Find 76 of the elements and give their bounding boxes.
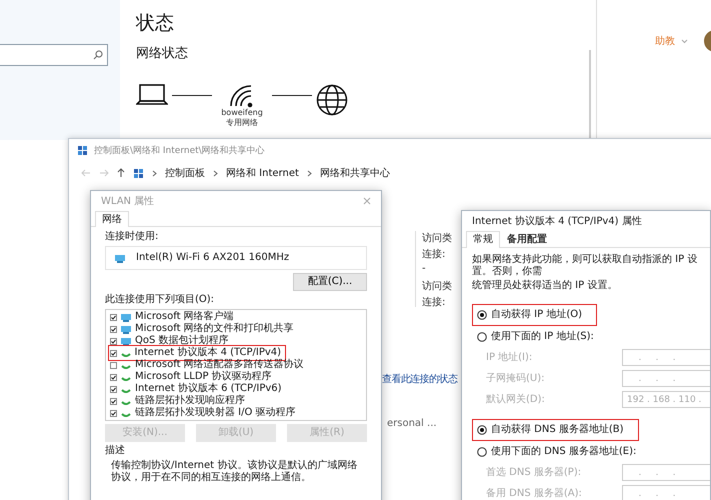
globe-icon: [316, 84, 348, 116]
item-label: Internet 协议版本 6 (TCP/IPv6): [135, 383, 282, 394]
section-title: 网络状态: [136, 45, 189, 62]
radio-button[interactable]: [477, 425, 487, 435]
search-icon: [93, 50, 103, 60]
breadcrumb-item[interactable]: 网络和 Internet: [226, 166, 299, 180]
checkbox[interactable]: [110, 326, 117, 332]
radio-label: 使用下面的 IP 地址(S):: [491, 331, 594, 343]
status-link[interactable]: 查看此连接的状态: [382, 372, 458, 386]
item-label: 链路层拓扑发现映射器 I/O 驱动程序: [135, 407, 296, 419]
radio-label: 使用下面的 DNS 服务器地址(E):: [491, 446, 636, 458]
tab[interactable]: 常规: [466, 231, 500, 248]
dialog-title: Internet 协议版本 4 (TCP/IPv4) 属性: [472, 214, 642, 228]
account-name[interactable]: 助教: [655, 34, 675, 48]
caret-icon: [681, 38, 688, 44]
radio-button[interactable]: [477, 310, 487, 320]
chevron-icon: [306, 170, 312, 176]
radio-label: 自动获得 IP 地址(O): [491, 309, 582, 321]
network-service-icon: [120, 336, 132, 346]
laptop-icon: [136, 84, 168, 106]
configure-button[interactable]: 配置(C)...: [293, 273, 367, 291]
info-label: 访问类: [422, 280, 452, 291]
checkbox[interactable]: [110, 374, 117, 380]
description-text: 传输控制协议/Internet 协议。该协议是默认的广域网络协议，用于在不同的相互连接的网络上通信。: [110, 460, 358, 484]
item-label: Internet 协议版本 4 (TCP/IPv4): [134, 347, 282, 358]
checkbox[interactable]: [110, 398, 117, 404]
item-label: 链路层拓扑发现响应程序: [135, 395, 245, 406]
info-label: 访问类: [422, 232, 452, 243]
field-label: 首选 DNS 服务器(P):: [486, 466, 582, 478]
dialog-title: WLAN 属性: [101, 194, 154, 208]
item-label: Microsoft 网络的文件和打印机共享: [135, 323, 294, 334]
description-label: 描述: [105, 445, 126, 457]
checkbox[interactable]: [110, 386, 117, 392]
search-field[interactable]: [0, 44, 108, 66]
item-label: Microsoft LLDP 协议驱动程序: [135, 371, 272, 382]
network-profile: 专用网络: [226, 117, 258, 128]
chevron-icon: [152, 170, 157, 176]
network-service-icon: [120, 324, 132, 334]
up-icon[interactable]: [117, 168, 125, 178]
checkbox[interactable]: [110, 314, 117, 320]
field-label: 子网掩码(U):: [486, 372, 544, 384]
checkbox[interactable]: [110, 410, 117, 416]
radio-button[interactable]: [477, 332, 487, 342]
breadcrumb-item[interactable]: 控制面板: [165, 166, 205, 180]
chevron-icon: [213, 170, 218, 176]
item-label: Microsoft 网络适配器多路传送器协议: [135, 359, 304, 370]
network-name: boweifeng: [221, 108, 263, 117]
intro-text: 统管理员处获得适当的 IP 设置。: [472, 280, 618, 292]
list-label: 此连接使用下列项目(O):: [105, 294, 216, 306]
scrollbar[interactable]: [589, 50, 591, 140]
checkbox[interactable]: [110, 350, 116, 356]
adapter-name: Intel(R) Wi-Fi 6 AX201 160MHz: [136, 252, 290, 264]
radio-button[interactable]: [477, 447, 487, 457]
item-label: QoS 数据包计划程序: [135, 335, 229, 346]
checkbox[interactable]: [110, 362, 117, 368]
control-panel-icon: [77, 144, 88, 156]
window-title: 控制面板\网络和 Internet\网络和共享中心: [94, 144, 265, 156]
breadcrumb-item[interactable]: 网络和共享中心: [320, 166, 390, 180]
field-label: IP 地址(I):: [486, 352, 532, 364]
info-label: 连接:: [422, 296, 446, 307]
tab[interactable]: 网络: [95, 211, 129, 227]
item-label: Microsoft 网络客户端: [135, 311, 234, 322]
intro-text: 如果网络支持此功能，则可以获取自动指派的 IP 设置。否则，你需: [472, 254, 698, 278]
connection-name: ersonal ...: [387, 418, 437, 429]
info-label: 连接:: [422, 248, 446, 259]
adapter-icon: [114, 254, 126, 262]
info-label: -: [422, 263, 427, 275]
field-label: 默认网关(D):: [486, 394, 545, 406]
field-label: 备用 DNS 服务器(A):: [486, 488, 582, 500]
radio-label: 自动获得 DNS 服务器地址(B): [491, 424, 624, 436]
wifi-icon: [229, 84, 255, 108]
checkbox[interactable]: [110, 338, 117, 344]
field-label: 连接时使用:: [105, 231, 160, 243]
page-title: 状态: [136, 11, 175, 36]
control-panel-icon: [133, 168, 144, 178]
network-service-icon: [120, 312, 132, 322]
